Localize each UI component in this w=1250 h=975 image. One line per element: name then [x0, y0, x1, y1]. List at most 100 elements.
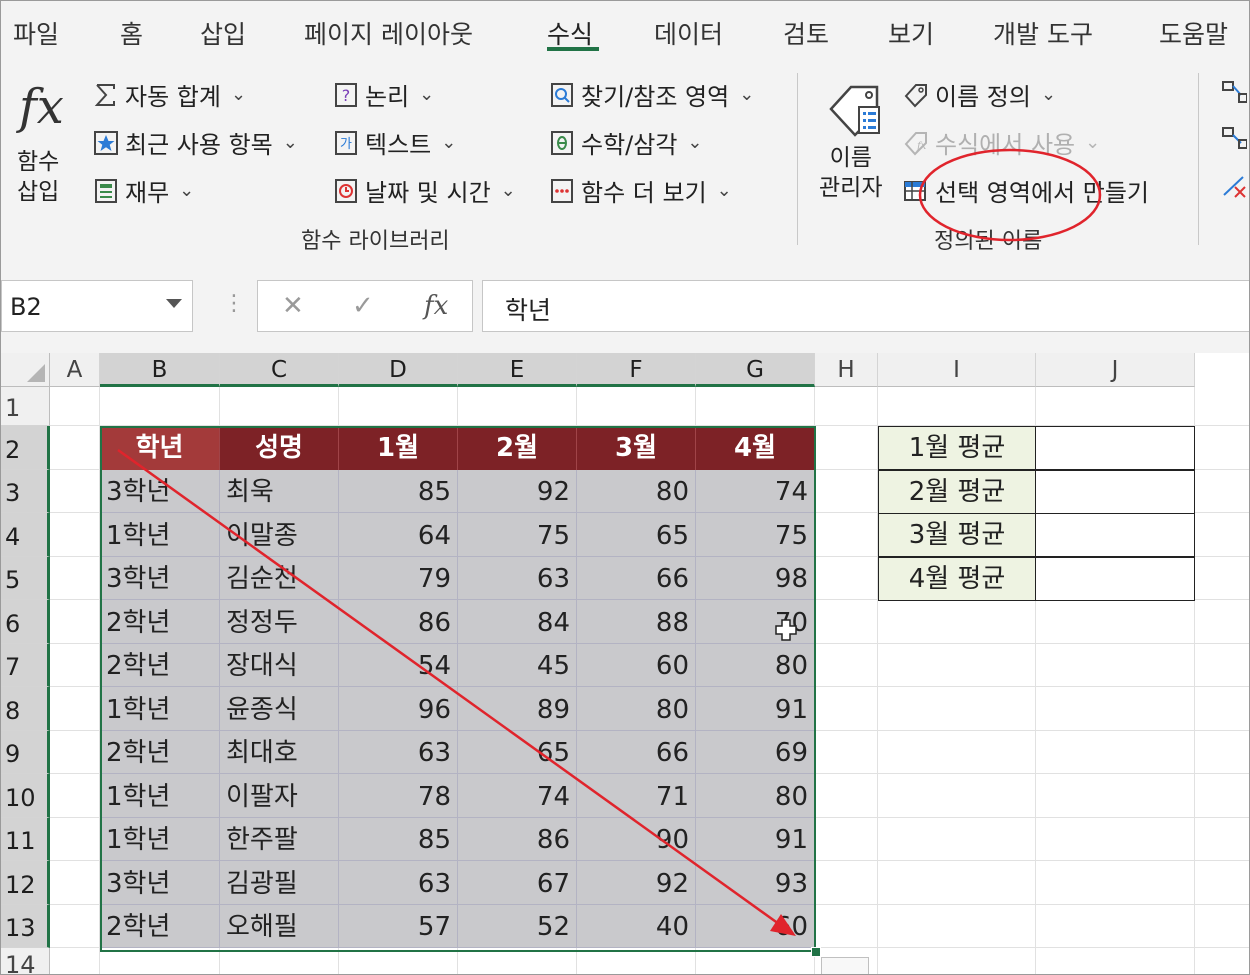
autosum-button[interactable]: 자동 합계 ⌄: [93, 77, 246, 112]
tab-formulas[interactable]: 수식: [547, 15, 593, 51]
datetime-button[interactable]: 날짜 및 시간 ⌄: [333, 173, 516, 208]
create-from-selection-icon: [903, 178, 929, 204]
create-from-selection-button[interactable]: 선택 영역에서 만들기: [903, 173, 1149, 208]
trace-precedents-icon[interactable]: [1221, 79, 1248, 105]
average-label-cell[interactable]: 3월 평균: [878, 513, 1036, 557]
remove-arrows-icon[interactable]: [1221, 173, 1247, 199]
name-tag-icon: [825, 79, 885, 139]
logical-button[interactable]: ? 논리 ⌄: [333, 77, 434, 112]
row-header-12[interactable]: 12: [1, 861, 50, 905]
recent-functions-button[interactable]: 최근 사용 항목 ⌄: [93, 125, 298, 160]
text-icon: 가: [333, 130, 359, 156]
row-header-6[interactable]: 6: [1, 600, 50, 644]
tab-review[interactable]: 검토: [783, 15, 829, 51]
chevron-down-icon: ⌄: [500, 180, 516, 201]
more-functions-icon: [549, 178, 575, 204]
row-header-10[interactable]: 10: [1, 774, 50, 818]
name-box-dropdown-icon[interactable]: [166, 299, 182, 308]
chevron-down-icon: ⌄: [230, 84, 247, 105]
use-in-formula-button[interactable]: fx 수식에서 사용 ⌄: [903, 125, 1100, 160]
financial-button[interactable]: 재무 ⌄: [93, 173, 194, 208]
more-functions-button[interactable]: 함수 더 보기 ⌄: [549, 173, 732, 208]
svg-text:가: 가: [340, 137, 352, 152]
sigma-icon: [93, 82, 119, 108]
tab-page-layout[interactable]: 페이지 레이아웃: [304, 15, 473, 51]
trace-dependents-icon[interactable]: [1221, 125, 1248, 151]
average-label-cell[interactable]: 2월 평균: [878, 469, 1036, 514]
tab-view[interactable]: 보기: [888, 15, 934, 51]
tab-insert[interactable]: 삽입: [200, 15, 246, 51]
math-trig-button[interactable]: 수학/삼각 ⌄: [549, 125, 703, 160]
formula-input[interactable]: 학년: [482, 280, 1249, 332]
chevron-down-icon: ⌄: [687, 132, 703, 153]
column-header-j[interactable]: J: [1036, 353, 1195, 387]
formula-content: 학년: [505, 296, 552, 325]
chevron-down-icon: ⌄: [1085, 132, 1101, 153]
formula-bar-splitter[interactable]: ⋮: [223, 291, 245, 316]
column-header-h[interactable]: H: [815, 353, 878, 387]
quick-analysis-icon[interactable]: [821, 957, 869, 974]
clock-icon: [333, 178, 359, 204]
row-header-8[interactable]: 8: [1, 687, 50, 731]
column-header-c[interactable]: C: [220, 353, 339, 387]
row-header-9[interactable]: 9: [1, 731, 50, 774]
average-label-cell[interactable]: 1월 평균: [878, 426, 1036, 470]
row-header-3[interactable]: 3: [1, 470, 50, 513]
column-header-d[interactable]: D: [339, 353, 458, 387]
selection-border: [100, 426, 816, 952]
column-header-g[interactable]: G: [696, 353, 815, 387]
lookup-reference-button[interactable]: 찾기/참조 영역 ⌄: [549, 77, 754, 112]
tab-home[interactable]: 홈: [120, 15, 143, 51]
average-label-cell[interactable]: 4월 평균: [878, 556, 1036, 601]
define-name-button[interactable]: 이름 정의 ⌄: [903, 77, 1056, 112]
row-header-11[interactable]: 11: [1, 818, 50, 861]
row-header-1[interactable]: 1: [1, 387, 50, 426]
tag-icon: [903, 82, 929, 108]
insert-function-icon[interactable]: fx: [424, 291, 448, 321]
ribbon-formulas: fx 함수 삽입 자동 합계 ⌄ 최근 사용 항목 ⌄ 재무 ⌄ ? 논리 ⌄ 가 텍스…: [1, 57, 1249, 262]
row-header-13[interactable]: 13: [1, 905, 50, 948]
financial-icon: [93, 178, 119, 204]
enter-icon[interactable]: ✓: [352, 291, 374, 321]
active-tab-indicator: [547, 47, 599, 51]
row-header-7[interactable]: 7: [1, 644, 50, 687]
average-value-cell[interactable]: [1035, 426, 1195, 470]
tab-data[interactable]: 데이터: [654, 15, 723, 51]
name-box-value: B2: [10, 293, 42, 321]
group-separator: [1198, 73, 1199, 245]
row-header-2[interactable]: 2: [1, 426, 50, 470]
average-value-cell[interactable]: [1035, 556, 1195, 601]
tab-help[interactable]: 도움말: [1159, 15, 1228, 51]
chevron-down-icon: ⌄: [419, 84, 435, 105]
math-icon: [549, 130, 575, 156]
column-header-a[interactable]: A: [50, 353, 100, 387]
lookup-icon: [549, 82, 575, 108]
text-functions-button[interactable]: 가 텍스트 ⌄: [333, 125, 456, 160]
column-header-b[interactable]: B: [100, 353, 220, 387]
chevron-down-icon: ⌄: [441, 132, 457, 153]
average-value-cell[interactable]: [1035, 513, 1195, 557]
select-all-icon: [27, 364, 45, 382]
cancel-icon[interactable]: ✕: [282, 291, 304, 321]
insert-function-label: 함수 삽입: [17, 149, 60, 205]
column-header-e[interactable]: E: [458, 353, 577, 387]
row-header-5[interactable]: 5: [1, 557, 50, 600]
defined-names-group-label: 정의된 이름: [934, 229, 1043, 254]
svg-text:fx: fx: [916, 141, 927, 152]
tab-developer[interactable]: 개발 도구: [993, 15, 1093, 51]
star-icon: [93, 130, 119, 156]
chevron-down-icon: ⌄: [282, 132, 298, 153]
row-header-14[interactable]: 14: [1, 948, 50, 974]
tab-file[interactable]: 파일: [13, 15, 59, 51]
name-box[interactable]: B2: [1, 280, 193, 332]
column-header-f[interactable]: F: [577, 353, 696, 387]
column-header-i[interactable]: I: [878, 353, 1036, 387]
chevron-down-icon: ⌄: [1040, 84, 1057, 105]
excel-window: 파일 홈 삽입 페이지 레이아웃 수식 데이터 검토 보기 개발 도구 도움말 …: [0, 0, 1250, 975]
row-header-4[interactable]: 4: [1, 513, 50, 557]
fill-handle[interactable]: [811, 947, 821, 957]
ribbon-tabs: 파일 홈 삽입 페이지 레이아웃 수식 데이터 검토 보기 개발 도구 도움말: [1, 1, 1249, 57]
fx-icon: fx: [19, 79, 64, 135]
select-all-corner[interactable]: [1, 353, 50, 387]
average-value-cell[interactable]: [1035, 469, 1195, 514]
